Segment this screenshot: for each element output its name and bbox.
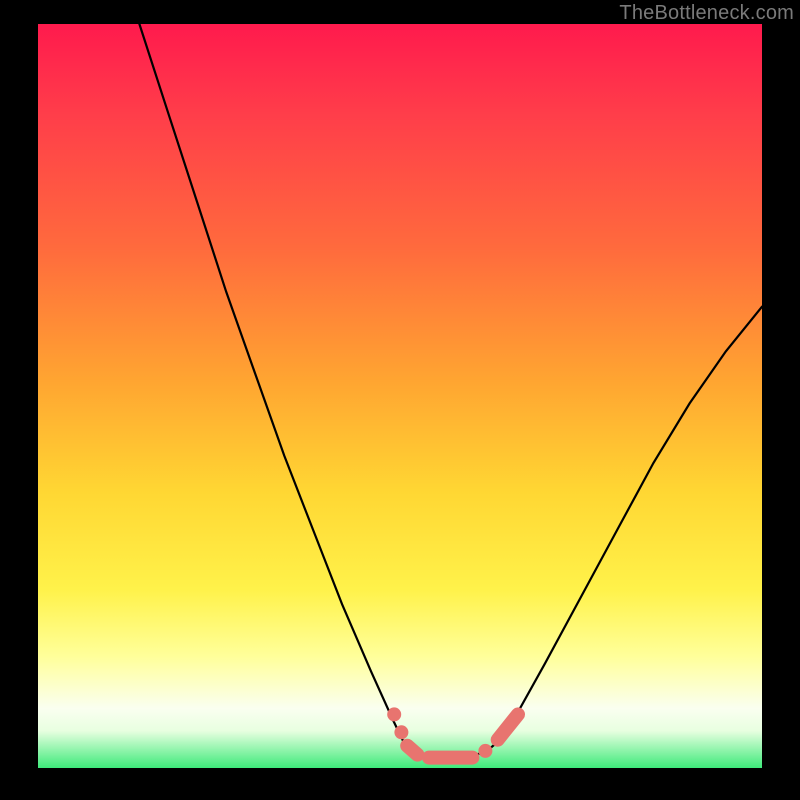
- watermark-text: TheBottleneck.com: [619, 2, 794, 25]
- frame: TheBottleneck.com: [0, 0, 800, 800]
- plot-area: [38, 24, 762, 768]
- bottleneck-curve: [139, 24, 762, 758]
- curve-svg: [38, 24, 762, 768]
- data-marker: [498, 714, 518, 739]
- data-marker: [407, 746, 417, 755]
- data-marker: [478, 744, 492, 758]
- data-marker: [387, 707, 401, 721]
- data-marker: [394, 725, 408, 739]
